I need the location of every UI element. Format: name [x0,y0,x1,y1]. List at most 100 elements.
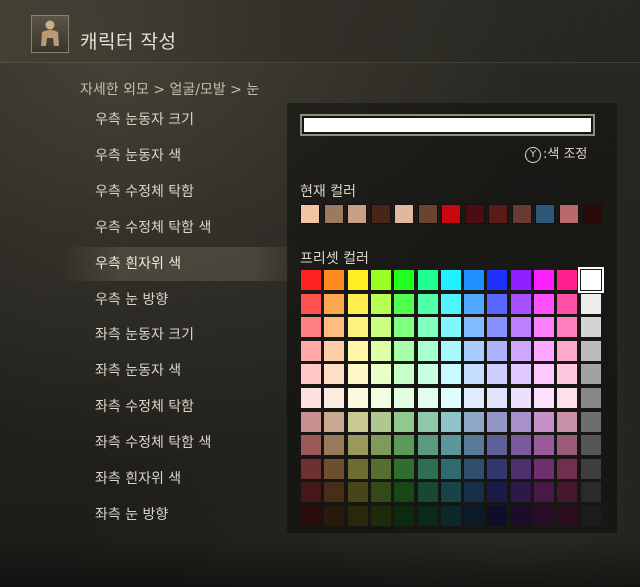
menu-item[interactable]: 우측 눈동자 크기 [60,103,300,137]
menu-item[interactable]: 좌측 눈동자 색 [60,354,300,388]
preset-color-swatch[interactable] [324,293,345,314]
preset-color-swatch[interactable] [534,458,554,479]
preset-color-swatch[interactable] [534,317,554,338]
preset-color-swatch[interactable] [487,340,508,361]
preset-color-swatch[interactable] [324,270,345,290]
preset-color-swatch[interactable] [440,340,461,361]
preset-color-swatch[interactable] [464,482,485,503]
preset-color-swatch[interactable] [324,506,345,526]
preset-color-swatch[interactable] [580,435,601,456]
preset-color-swatch[interactable] [534,388,554,408]
preset-color-swatch[interactable] [464,411,485,432]
preset-color-swatch[interactable] [370,293,391,314]
preset-color-swatch[interactable] [370,270,391,290]
preset-color-swatch[interactable] [557,364,578,385]
current-color-swatch[interactable] [394,204,414,224]
preset-color-swatch[interactable] [510,388,531,408]
preset-color-swatch[interactable] [557,388,578,408]
preset-color-swatch[interactable] [301,411,321,432]
preset-color-swatch[interactable] [394,293,415,314]
preset-color-swatch[interactable] [487,435,508,456]
preset-color-swatch[interactable] [487,411,508,432]
preset-color-swatch[interactable] [487,270,508,290]
preset-color-swatch[interactable] [417,435,438,456]
preset-color-swatch[interactable] [487,506,508,526]
preset-color-swatch[interactable] [580,388,601,408]
current-color-swatch[interactable] [488,204,508,224]
preset-color-swatch[interactable] [394,506,415,526]
preset-color-swatch[interactable] [370,458,391,479]
preset-color-swatch[interactable] [464,317,485,338]
preset-color-swatch[interactable] [510,340,531,361]
preset-color-swatch[interactable] [324,364,345,385]
preset-color-swatch[interactable] [580,482,601,503]
preset-color-swatch[interactable] [487,293,508,314]
preset-color-swatch[interactable] [487,364,508,385]
preset-color-swatch[interactable] [440,270,461,290]
preset-color-swatch[interactable] [487,458,508,479]
menu-item[interactable]: 우측 흰자위 색 [60,246,300,281]
preset-color-swatch[interactable] [394,340,415,361]
preset-color-swatch[interactable] [347,317,368,338]
menu-item[interactable]: 좌측 눈동자 크기 [60,318,300,352]
preset-color-swatch[interactable] [370,411,391,432]
preset-color-swatch[interactable] [324,388,345,408]
preset-color-swatch[interactable] [487,317,508,338]
preset-color-swatch[interactable] [417,293,438,314]
preset-color-swatch[interactable] [394,435,415,456]
preset-color-swatch[interactable] [347,340,368,361]
preset-color-swatch[interactable] [557,506,578,526]
color-value-input[interactable] [300,114,595,136]
current-color-swatch[interactable] [370,204,391,224]
preset-color-swatch[interactable] [510,411,531,432]
preset-color-swatch[interactable] [347,270,368,290]
preset-color-swatch[interactable] [301,317,321,338]
preset-color-swatch[interactable] [370,340,391,361]
preset-color-swatch[interactable] [440,317,461,338]
preset-color-swatch[interactable] [324,482,345,503]
preset-color-swatch[interactable] [510,317,531,338]
menu-item[interactable]: 좌측 흰자위 색 [60,462,300,496]
preset-color-swatch[interactable] [440,458,461,479]
preset-color-swatch[interactable] [510,435,531,456]
preset-color-swatch[interactable] [557,270,578,290]
preset-color-swatch[interactable] [301,388,321,408]
current-color-swatch[interactable] [582,204,602,224]
preset-color-swatch[interactable] [580,364,601,385]
preset-color-swatch[interactable] [417,364,438,385]
preset-color-swatch[interactable] [557,340,578,361]
preset-color-swatch[interactable] [557,482,578,503]
preset-color-swatch[interactable] [347,388,368,408]
current-color-swatch[interactable] [417,204,438,224]
menu-item[interactable]: 좌측 수정체 탁함 색 [60,426,300,460]
preset-color-swatch[interactable] [557,317,578,338]
preset-color-swatch[interactable] [347,435,368,456]
preset-color-swatch[interactable] [464,388,485,408]
preset-color-swatch[interactable] [301,482,321,503]
preset-color-swatch[interactable] [301,458,321,479]
preset-color-swatch[interactable] [534,411,554,432]
preset-color-swatch[interactable] [580,506,601,526]
preset-color-swatch[interactable] [534,340,554,361]
preset-color-swatch[interactable] [534,364,554,385]
preset-color-swatch[interactable] [580,340,601,361]
preset-color-swatch[interactable] [394,458,415,479]
preset-color-swatch[interactable] [301,293,321,314]
preset-color-swatch[interactable] [510,364,531,385]
preset-color-swatch[interactable] [394,317,415,338]
preset-color-swatch[interactable] [324,340,345,361]
preset-color-swatch[interactable] [347,506,368,526]
preset-color-swatch[interactable] [301,270,321,290]
preset-color-swatch[interactable] [440,435,461,456]
preset-color-swatch[interactable] [577,267,604,293]
current-color-swatch[interactable] [347,204,367,224]
current-color-swatch[interactable] [464,204,485,224]
preset-color-swatch[interactable] [324,435,345,456]
menu-item[interactable]: 우측 수정체 탁함 [60,175,300,209]
preset-color-swatch[interactable] [347,458,368,479]
preset-color-swatch[interactable] [440,364,461,385]
current-color-swatch[interactable] [441,204,461,224]
preset-color-swatch[interactable] [534,435,554,456]
preset-color-swatch[interactable] [417,388,438,408]
color-adjust-prompt[interactable]: Y:색 조정 [525,143,587,163]
